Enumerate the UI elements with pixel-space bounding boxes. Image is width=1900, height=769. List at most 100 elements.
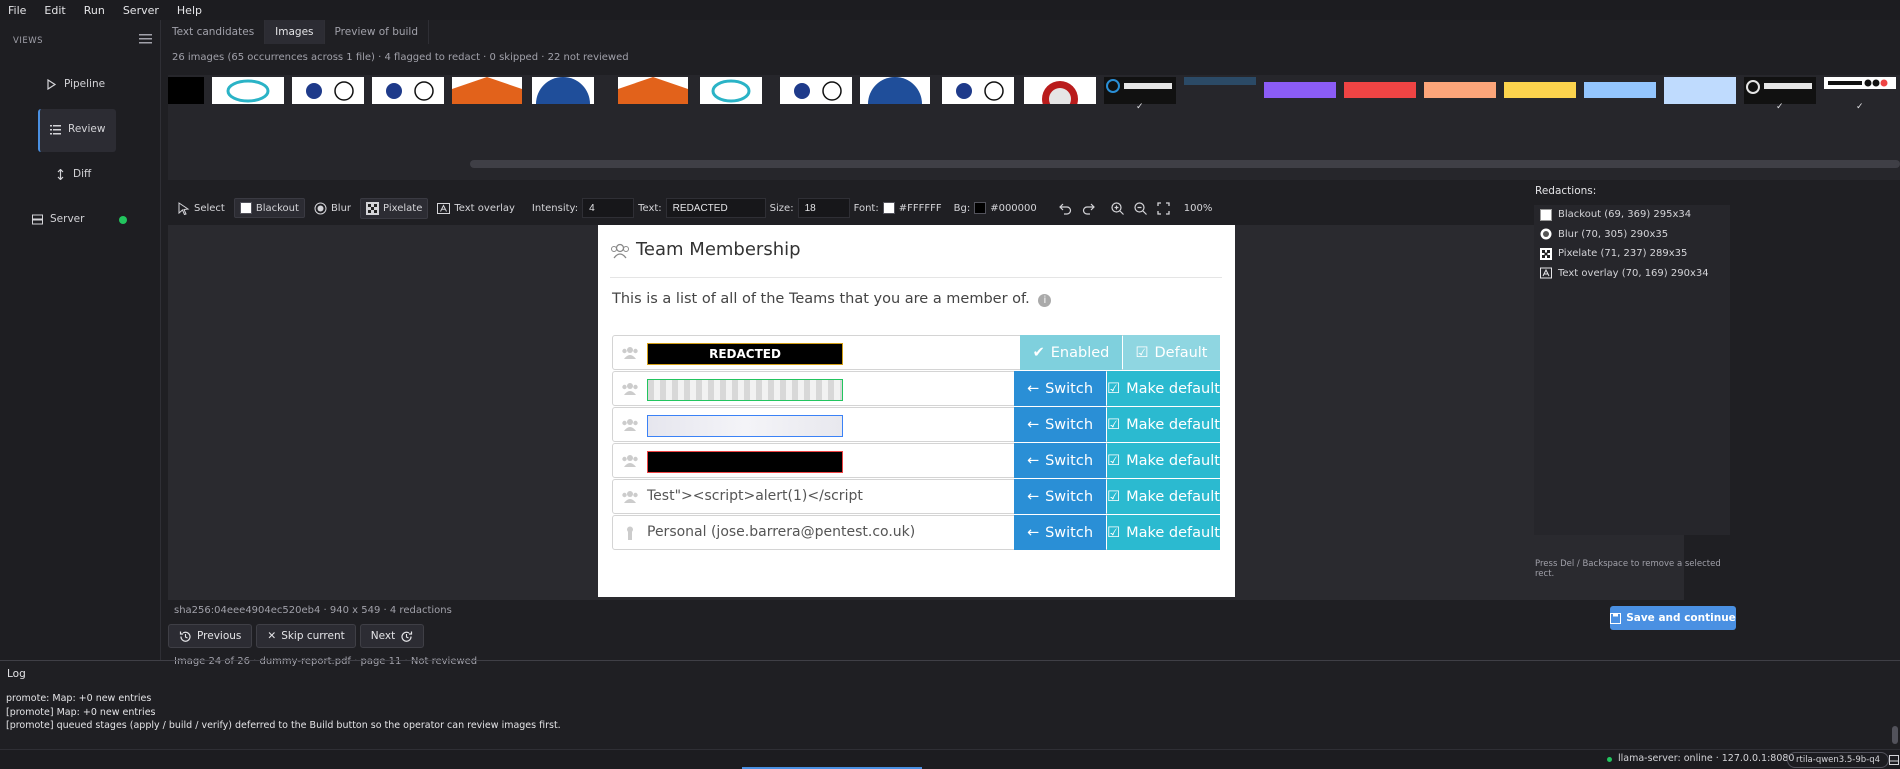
sidebar-item-label: Diff	[73, 168, 92, 180]
thumbnail[interactable]	[1504, 82, 1576, 98]
sidebar-item-server[interactable]: Server	[32, 213, 84, 225]
sidebar-item-pipeline[interactable]: Pipeline	[46, 78, 105, 90]
redaction-item-label: Text overlay (70, 169) 290x34	[1558, 267, 1709, 279]
menu-file[interactable]: File	[8, 4, 26, 17]
team-row: Test"><script>alert(1)</script ← Switch ☑…	[612, 479, 1220, 514]
redaction-blackout[interactable]: REDACTED	[647, 343, 843, 365]
blur-tool[interactable]: Blur	[309, 199, 356, 218]
checkbox-icon: ☑	[1107, 452, 1121, 469]
thumbnail[interactable]	[212, 77, 284, 104]
thumbnail[interactable]	[1744, 77, 1816, 104]
menu-help[interactable]: Help	[177, 4, 202, 17]
thumbnail[interactable]	[372, 77, 444, 104]
bg-color-swatch[interactable]	[974, 202, 987, 214]
image-meta: sha256:04eee4904ec520eb4 · 940 x 549 · 4…	[174, 605, 452, 616]
thumbnail[interactable]	[532, 77, 594, 104]
image-preview[interactable]: Team Membership This is a list of all of…	[598, 225, 1235, 597]
team-row-icon	[622, 347, 638, 359]
size-input[interactable]	[797, 198, 850, 218]
redaction-blur[interactable]	[647, 415, 843, 437]
check-icon: ✔	[1032, 344, 1045, 361]
thumbnail[interactable]	[1024, 77, 1096, 104]
pixelate-tool[interactable]: Pixelate	[360, 197, 429, 219]
menu-server[interactable]: Server	[123, 4, 159, 17]
menu-edit[interactable]: Edit	[44, 4, 65, 17]
blackout-tool[interactable]: Blackout	[233, 198, 305, 218]
zoom-in-icon[interactable]	[1111, 201, 1124, 215]
pixelate-tool-label: Pixelate	[383, 202, 423, 214]
checkbox-icon: ☑	[1107, 488, 1121, 505]
text-overlay-tool[interactable]: Text overlay	[432, 199, 520, 218]
redactions-hint: Press Del / Backspace to remove a select…	[1535, 559, 1721, 579]
hamburger-menu-icon[interactable]	[139, 34, 152, 44]
select-tool[interactable]: Select	[172, 199, 230, 218]
checked-mark: ✓	[1136, 102, 1144, 112]
thumbnail-scrollbar[interactable]	[470, 160, 1900, 168]
thumbnail[interactable]	[292, 77, 364, 104]
team-row: ← Switch ☑ Make default	[612, 443, 1220, 478]
redaction-toolbar: Select Blackout Blur Pixelate Text overl…	[172, 197, 1212, 219]
zoom-out-icon[interactable]	[1134, 201, 1147, 215]
make-default-label: Make default	[1126, 416, 1220, 433]
arrow-left-icon: ←	[1026, 452, 1040, 469]
thumbnail[interactable]	[1824, 77, 1896, 89]
switch-label: Switch	[1045, 488, 1094, 505]
log-line: promote: Map: +0 new entries	[6, 693, 152, 704]
thumbnail[interactable]	[1344, 82, 1416, 98]
panel-toggle-icon[interactable]	[1889, 755, 1899, 765]
thumbnail[interactable]	[1104, 77, 1176, 104]
undo-icon[interactable]	[1058, 202, 1072, 215]
log-scrollbar[interactable]	[1892, 726, 1898, 744]
save-and-continue-button[interactable]: Save and continue	[1610, 606, 1736, 630]
image-title: Team Membership	[611, 239, 801, 260]
tab-images[interactable]: Images	[265, 20, 325, 44]
thumbnail[interactable]	[1424, 82, 1496, 98]
make-default-button: ☑ Make default	[1107, 443, 1220, 478]
previous-button[interactable]: Previous	[168, 624, 253, 648]
switch-label: Switch	[1045, 380, 1094, 397]
thumbnail[interactable]	[168, 77, 204, 104]
redaction-solid[interactable]	[647, 451, 843, 473]
divider	[610, 277, 1222, 278]
intensity-input[interactable]	[582, 198, 635, 218]
log-line: [promote] Map: +0 new entries	[6, 706, 156, 718]
save-and-continue-label: Save and continue	[1626, 612, 1736, 624]
thumbnail[interactable]	[860, 77, 930, 104]
redaction-list-item[interactable]: Text overlay (70, 169) 290x34	[1534, 264, 1730, 284]
thumbnail[interactable]	[452, 77, 522, 104]
sidebar-item-review[interactable]: Review	[50, 123, 105, 135]
thumbnail[interactable]	[1584, 82, 1656, 98]
list-icon	[50, 124, 61, 134]
make-default-label: Make default	[1126, 452, 1220, 469]
redaction-list-item[interactable]: Blackout (69, 369) 295x34	[1534, 205, 1730, 225]
redaction-list-item[interactable]: Blur (70, 305) 290x35	[1534, 225, 1730, 245]
tab-text-candidates[interactable]: Text candidates	[162, 20, 266, 44]
switch-button: ← Switch	[1014, 479, 1106, 514]
make-default-label: Make default	[1126, 488, 1220, 505]
image-canvas[interactable]: Team Membership This is a list of all of…	[168, 225, 1684, 600]
next-button[interactable]: Next	[359, 624, 425, 648]
text-overlay-icon	[1540, 267, 1552, 279]
team-icon	[611, 243, 629, 259]
log-splitter[interactable]	[0, 660, 1900, 661]
skip-current-button[interactable]: ✕ Skip current	[256, 624, 356, 648]
fit-screen-icon[interactable]	[1157, 201, 1170, 215]
thumbnail[interactable]	[618, 77, 688, 104]
menu-run[interactable]: Run	[84, 4, 105, 17]
redo-icon[interactable]	[1082, 202, 1095, 215]
thumbnail[interactable]	[1664, 77, 1736, 104]
sidebar-item-diff[interactable]: Diff	[55, 168, 91, 180]
redaction-item-label: Pixelate (71, 237) 289x35	[1558, 248, 1688, 260]
model-badge[interactable]: rtila-qwen3.5-9b-q4	[1787, 752, 1890, 768]
overlay-text-input[interactable]	[665, 198, 766, 218]
redaction-pixelate[interactable]	[647, 379, 843, 401]
tab-preview-of-build[interactable]: Preview of build	[325, 20, 430, 44]
thumbnail[interactable]	[1184, 77, 1256, 85]
thumbnail[interactable]	[700, 77, 762, 104]
thumbnail[interactable]	[780, 77, 852, 104]
font-color-swatch[interactable]	[882, 202, 895, 214]
thumbnail[interactable]	[942, 77, 1014, 104]
thumbnail[interactable]	[1264, 82, 1336, 98]
default-button: ☑ Default	[1123, 335, 1220, 370]
redaction-list-item[interactable]: Pixelate (71, 237) 289x35	[1534, 244, 1730, 264]
